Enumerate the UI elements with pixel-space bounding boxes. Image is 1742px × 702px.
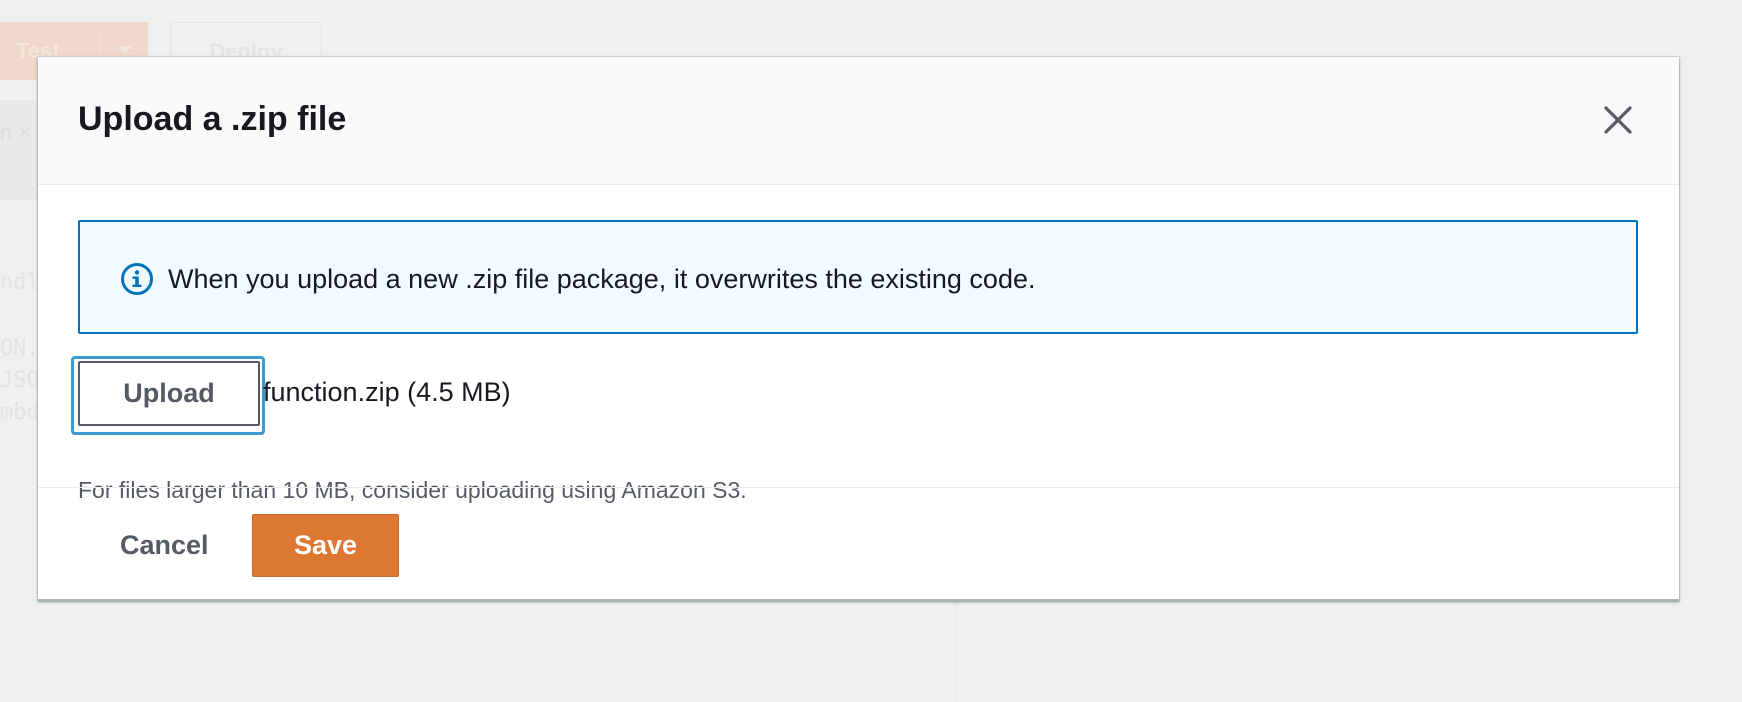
modal-header: Upload a .zip file [38, 57, 1679, 185]
background-tab-strip [0, 100, 38, 200]
background-tab-label: n × [0, 120, 32, 145]
upload-zip-modal: Upload a .zip file When you upload a new… [38, 57, 1679, 601]
close-icon [1604, 106, 1632, 134]
background-code-line: JSO [0, 368, 40, 393]
close-button[interactable] [1598, 100, 1638, 140]
info-alert: When you upload a new .zip file package,… [78, 220, 1638, 334]
background-divider [955, 600, 956, 702]
caret-down-icon [118, 46, 132, 54]
info-message: When you upload a new .zip file package,… [168, 264, 1036, 294]
background-code-line: ON. [0, 336, 40, 361]
background-code-line: ndl [0, 270, 40, 295]
modal-footer: Cancel Save [38, 487, 1679, 599]
modal-title: Upload a .zip file [78, 100, 347, 138]
upload-button[interactable]: Upload [78, 361, 260, 426]
info-icon [121, 263, 153, 295]
upload-row: Upload function.zip (4.5 MB) [71, 356, 978, 435]
cancel-button[interactable]: Cancel [102, 514, 227, 577]
background-code-line: mbd [0, 400, 40, 425]
selected-file-name: function.zip (4.5 MB) [263, 377, 511, 407]
save-button[interactable]: Save [252, 514, 399, 577]
